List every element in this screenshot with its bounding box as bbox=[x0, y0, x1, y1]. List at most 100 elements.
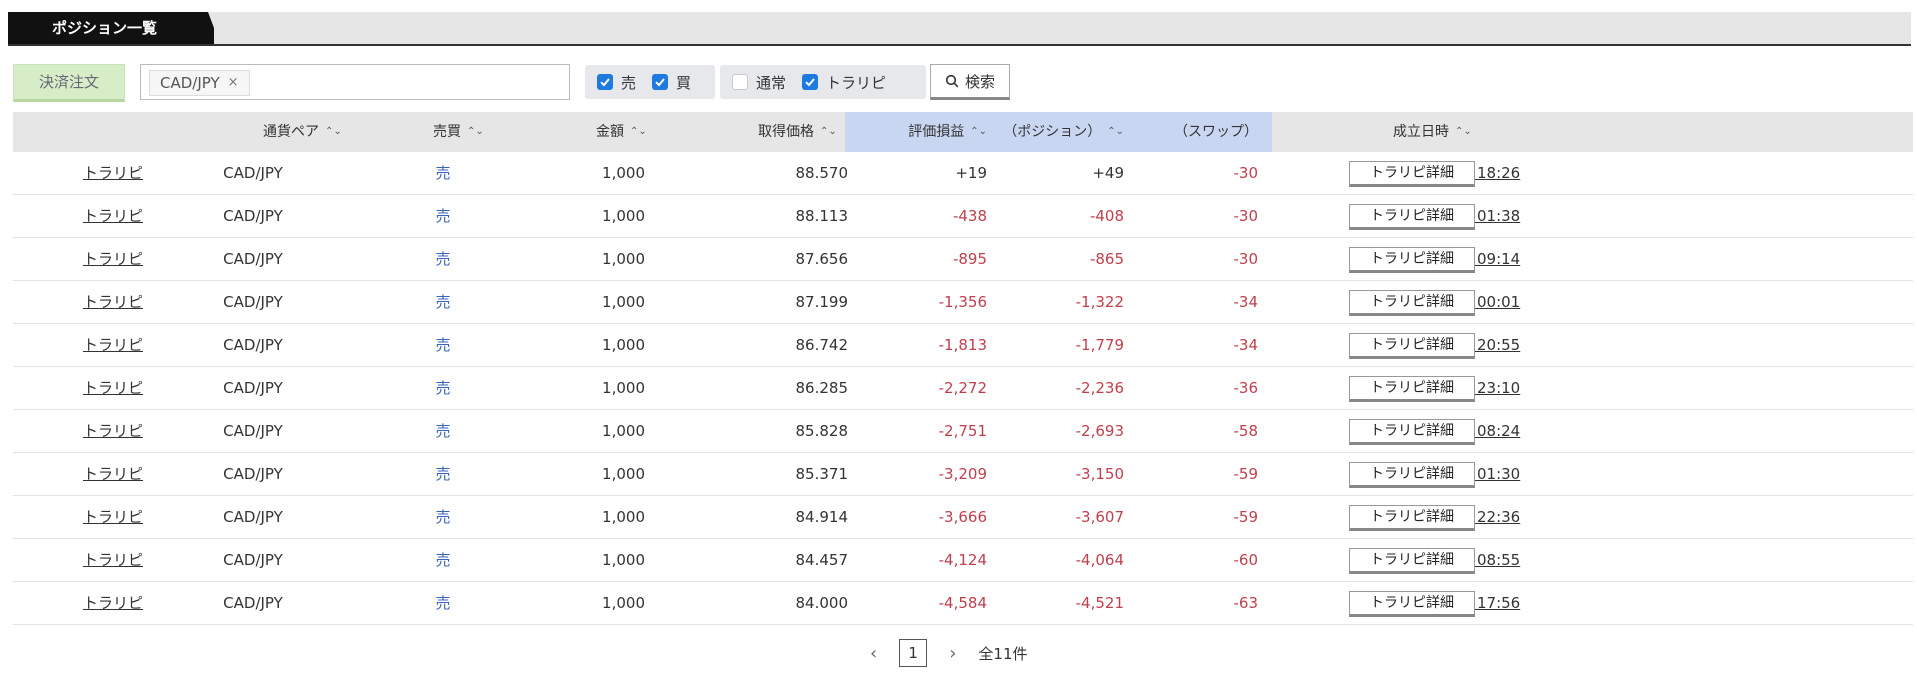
cell-price: 88.570 bbox=[795, 164, 849, 182]
cell-swap: -30 bbox=[1233, 207, 1259, 225]
cell-type[interactable]: トラリピ bbox=[53, 152, 173, 194]
cell-position: -1,779 bbox=[1075, 336, 1124, 354]
cell-type[interactable]: トラリピ bbox=[53, 453, 173, 495]
table-row: トラリピCAD/JPY売1,00084.914-3,666-3,607-5920… bbox=[13, 496, 1913, 539]
trarepi-detail-button[interactable]: トラリピ詳細 bbox=[1349, 505, 1475, 531]
cell-pl: -2,751 bbox=[938, 422, 987, 440]
chip-remove-icon[interactable]: × bbox=[228, 71, 239, 95]
cell-side: 売 bbox=[435, 293, 451, 311]
cell-position: -2,236 bbox=[1075, 379, 1124, 397]
cell-type[interactable]: トラリピ bbox=[53, 195, 173, 237]
cell-price: 85.828 bbox=[795, 422, 849, 440]
header-position[interactable]: （ポジション） ⌃⌄ bbox=[1001, 112, 1136, 152]
table-row: トラリピ CAD/JPY 売 1,000 86.742 -1,813 -1,779 -34 20… bbox=[13, 324, 1913, 367]
order-type-filter-group: 通常 トラリピ bbox=[720, 65, 926, 99]
cell-type[interactable]: トラリピ bbox=[53, 582, 173, 624]
header-date[interactable]: 成立日時 ⌃⌄ bbox=[1393, 112, 1513, 152]
trarepi-detail-button[interactable]: トラリピ詳細 bbox=[1349, 376, 1475, 402]
trarepi-checkbox[interactable]: トラリピ bbox=[802, 72, 886, 93]
trarepi-detail-button[interactable]: トラリピ詳細 bbox=[1349, 333, 1475, 359]
cell-pair: CAD/JPY bbox=[223, 465, 283, 483]
positions-table: 通貨ペア ⌃⌄ 売買 ⌃⌄ 金額 ⌃⌄ 取得価格 ⌃⌄ 評価損益 ⌃⌄ （ポジション） ⌃⌄… bbox=[13, 112, 1913, 625]
cell-position: +49 bbox=[1092, 164, 1124, 182]
search-icon bbox=[945, 74, 959, 88]
cell-amount: 1,000 bbox=[602, 508, 645, 526]
header-amount[interactable]: 金額 ⌃⌄ bbox=[596, 112, 676, 152]
sort-icon: ⌃⌄ bbox=[1107, 126, 1124, 137]
header-price[interactable]: 取得価格 ⌃⌄ bbox=[758, 112, 858, 152]
table-row: トラリピCAD/JPY売1,00087.656-895-865-302021/0… bbox=[13, 238, 1913, 281]
check-icon bbox=[652, 74, 669, 90]
cell-pair: CAD/JPY bbox=[223, 379, 283, 397]
cell-swap: -60 bbox=[1233, 551, 1259, 569]
cell-type[interactable]: トラリピ bbox=[53, 367, 173, 409]
cell-amount: 1,000 bbox=[602, 551, 645, 569]
cell-pair: CAD/JPY bbox=[223, 250, 283, 268]
cell-swap: -59 bbox=[1233, 465, 1259, 483]
table-row: トラリピCAD/JPY売1,00088.113-438-408-302021/0… bbox=[13, 195, 1913, 238]
cell-position: -408 bbox=[1089, 207, 1124, 225]
prev-page-icon[interactable]: ‹ bbox=[870, 643, 877, 664]
buy-checkbox-label: 買 bbox=[676, 73, 692, 92]
cell-pair: CAD/JPY bbox=[223, 422, 283, 440]
cell-pl: +19 bbox=[955, 164, 987, 182]
normal-checkbox[interactable]: 通常 bbox=[732, 72, 786, 93]
cell-swap: -34 bbox=[1233, 293, 1259, 311]
cell-swap: -58 bbox=[1233, 422, 1259, 440]
cell-swap: -34 bbox=[1233, 336, 1259, 354]
trarepi-detail-button[interactable]: トラリピ詳細 bbox=[1349, 591, 1475, 617]
buy-checkbox[interactable]: 買 bbox=[652, 72, 691, 93]
cell-pair: CAD/JPY bbox=[223, 594, 283, 612]
trarepi-detail-button[interactable]: トラリピ詳細 bbox=[1349, 290, 1475, 316]
cell-pair: CAD/JPY bbox=[223, 551, 283, 569]
cell-position: -4,064 bbox=[1075, 551, 1124, 569]
trarepi-detail-button[interactable]: トラリピ詳細 bbox=[1349, 161, 1475, 187]
cell-pl: -895 bbox=[952, 250, 987, 268]
cell-price: 84.457 bbox=[795, 551, 849, 569]
header-pair[interactable]: 通貨ペア ⌃⌄ bbox=[263, 112, 363, 152]
cell-swap: -59 bbox=[1233, 508, 1259, 526]
cell-position: -1,322 bbox=[1075, 293, 1124, 311]
cell-type[interactable]: トラリピ bbox=[53, 539, 173, 581]
cell-price: 84.000 bbox=[795, 594, 849, 612]
cell-amount: 1,000 bbox=[602, 465, 645, 483]
check-icon bbox=[597, 74, 613, 90]
trarepi-detail-button[interactable]: トラリピ詳細 bbox=[1349, 462, 1475, 488]
current-page[interactable]: 1 bbox=[899, 639, 928, 667]
sort-icon: ⌃⌄ bbox=[630, 126, 647, 137]
sort-icon: ⌃⌄ bbox=[970, 126, 987, 137]
normal-checkbox-label: 通常 bbox=[756, 73, 787, 92]
sort-icon: ⌃⌄ bbox=[1455, 126, 1472, 137]
cell-pair: CAD/JPY bbox=[223, 164, 283, 182]
cell-pair: CAD/JPY bbox=[223, 508, 283, 526]
table-row: トラリピCAD/JPY売1,00085.828-2,751-2,693-5820… bbox=[13, 410, 1913, 453]
cell-type[interactable]: トラリピ bbox=[53, 238, 173, 280]
search-button[interactable]: 検索 bbox=[930, 64, 1010, 100]
cell-pl: -1,813 bbox=[938, 336, 987, 354]
header-pl[interactable]: 評価損益 ⌃⌄ bbox=[845, 112, 1001, 152]
currency-pair-filter-input[interactable]: CAD/JPY × bbox=[140, 64, 570, 100]
trarepi-detail-button[interactable]: トラリピ詳細 bbox=[1349, 247, 1475, 273]
search-button-label: 検索 bbox=[964, 72, 995, 91]
cell-type[interactable]: トラリピ bbox=[53, 324, 173, 366]
cell-side: 売 bbox=[435, 422, 451, 440]
trarepi-detail-button[interactable]: トラリピ詳細 bbox=[1349, 419, 1475, 445]
cell-amount: 1,000 bbox=[602, 422, 645, 440]
sell-checkbox[interactable]: 売 bbox=[597, 72, 636, 93]
trarepi-detail-button[interactable]: トラリピ詳細 bbox=[1349, 548, 1475, 574]
next-page-icon[interactable]: › bbox=[949, 643, 956, 664]
cell-type[interactable]: トラリピ bbox=[53, 496, 173, 538]
cell-type[interactable]: トラリピ bbox=[53, 281, 173, 323]
trarepi-detail-button[interactable]: トラリピ詳細 bbox=[1349, 204, 1475, 230]
check-icon bbox=[802, 74, 819, 90]
cell-price: 87.656 bbox=[795, 250, 849, 268]
cell-price: 87.199 bbox=[795, 293, 849, 311]
currency-pair-chip: CAD/JPY × bbox=[149, 70, 250, 96]
cell-type[interactable]: トラリピ bbox=[53, 410, 173, 452]
cell-swap: -30 bbox=[1233, 164, 1259, 182]
header-side[interactable]: 売買 ⌃⌄ bbox=[433, 112, 513, 152]
page-title: ポジション一覧 bbox=[8, 12, 214, 44]
cell-amount: 1,000 bbox=[602, 250, 645, 268]
settle-order-button[interactable]: 決済注文 bbox=[13, 64, 125, 102]
sort-icon: ⌃⌄ bbox=[820, 126, 837, 137]
